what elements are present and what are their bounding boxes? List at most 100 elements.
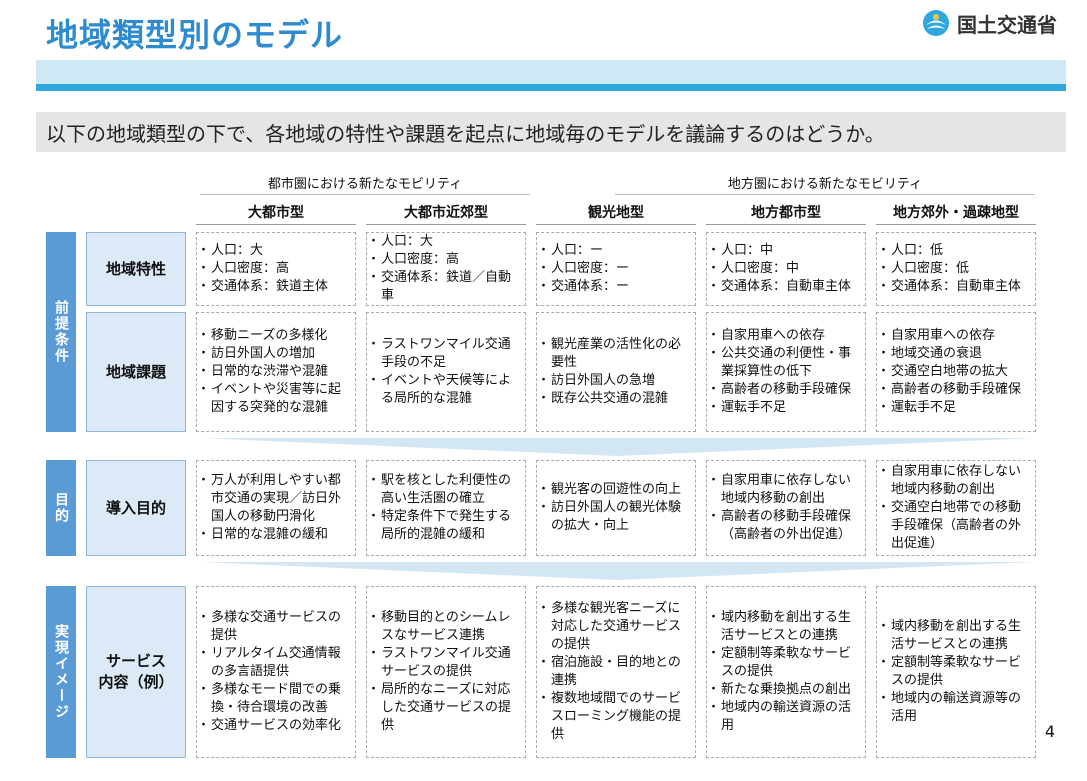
list-item: 移動ニーズの多様化: [197, 327, 351, 345]
column-header-tourist: 観光地型: [588, 205, 644, 221]
ministry-name: 国土交通省: [957, 12, 1057, 37]
list-item: 自家用車への依存: [707, 327, 861, 345]
list-item: 訪日外国人の観光体験の拡大・向上: [537, 499, 691, 535]
list-item: 観光産業の活性化の必要性: [537, 336, 691, 372]
list-item: 人口：大: [367, 233, 521, 251]
list-item: 多様な観光客ニーズに対応した交通サービスの提供: [537, 600, 691, 654]
row-label-service: サービス 内容（例）: [86, 586, 186, 758]
list-item: 特定条件下で発生する局所的混雑の緩和: [367, 508, 521, 544]
list-item: 交通体系：鉄道／自動車: [367, 269, 521, 305]
list-item: イベントや天候等による局所的な混雑: [367, 372, 521, 408]
column-header-metropolitan: 大都市型: [248, 205, 304, 221]
list-item: 既存公共交通の混雑: [537, 390, 691, 408]
row-label-issues: 地域課題: [86, 312, 186, 432]
cell-characteristics-tourist: 人口：ー人口密度：ー交通体系：ー: [536, 232, 696, 306]
cell-issues-tourist: 観光産業の活性化の必要性訪日外国人の急増既存公共交通の混雑: [536, 312, 696, 432]
list-item: 域内移動を創出する生活サービスとの連携: [877, 618, 1031, 654]
list-item: 訪日外国人の急増: [537, 372, 691, 390]
mlit-logo-icon: [923, 10, 949, 36]
list-item: 運転手不足: [707, 399, 861, 417]
section-label-purpose: 目的: [46, 460, 76, 556]
list-item: 新たな乗換拠点の創出: [707, 681, 861, 699]
row-label-purpose: 導入目的: [86, 460, 186, 556]
cell-purpose-tourist: 観光客の回遊性の向上訪日外国人の観光体験の拡大・向上: [536, 460, 696, 556]
list-item: 人口：中: [707, 242, 861, 260]
list-item: 交通空白地帯の拡大: [877, 363, 1031, 381]
list-item: 定額制等柔軟なサービスの提供: [707, 645, 861, 681]
row-label-service-text: サービス 内容（例）: [98, 652, 174, 691]
list-item: 人口密度：高: [367, 251, 521, 269]
flow-chevron: [200, 562, 1035, 580]
list-item: 交通体系：ー: [537, 278, 691, 296]
cell-service-regional-city: 域内移動を創出する生活サービスとの連携定額制等柔軟なサービスの提供新たな乗換拠点…: [706, 586, 866, 758]
list-item: 交通サービスの効率化: [197, 717, 351, 735]
flow-chevron: [200, 438, 1035, 456]
list-item: 自家用車に依存しない地域内移動の創出: [877, 463, 1031, 499]
list-item: 万人が利用しやすい都市交通の実現／訪日外国人の移動円滑化: [197, 472, 351, 526]
list-item: 交通空白地帯での移動手段確保（高齢者の外出促進）: [877, 499, 1031, 553]
column-line: [536, 224, 696, 225]
list-item: 交通体系：自動車主体: [877, 278, 1031, 296]
subtitle-box: 以下の地域類型の下で、各地域の特性や課題を起点に地域毎のモデルを議論するのはどう…: [36, 112, 1066, 152]
list-item: 観光客の回遊性の向上: [537, 481, 691, 499]
list-item: 自家用車への依存: [877, 327, 1031, 345]
cell-characteristics-metropolitan: 人口：大人口密度：高交通体系：鉄道主体: [196, 232, 356, 306]
cell-purpose-suburban: 駅を核とした利便性の高い生活圏の確立特定条件下で発生する局所的混雑の緩和: [366, 460, 526, 556]
row-label-characteristics: 地域特性: [86, 232, 186, 306]
list-item: イベントや災害等に起因する突発的な混雑: [197, 381, 351, 417]
list-item: 駅を核とした利便性の高い生活圏の確立: [367, 472, 521, 508]
list-item: 移動目的とのシームレスなサービス連携: [367, 609, 521, 645]
page-number: 4: [1044, 722, 1055, 741]
header-band-dark: [36, 84, 1066, 91]
list-item: 複数地域間でのサービスローミング機能の提供: [537, 690, 691, 744]
cell-issues-metropolitan: 移動ニーズの多様化訪日外国人の増加日常的な渋滞や混雑イベントや災害等に起因する突…: [196, 312, 356, 432]
list-item: 人口：ー: [537, 242, 691, 260]
group-header-rural: 地方圏における新たなモビリティ: [727, 177, 923, 192]
list-item: 多様な交通サービスの提供: [197, 609, 351, 645]
page-title: 地域類型別のモデル: [46, 16, 344, 54]
list-item: 人口：大: [197, 242, 351, 260]
column-header-suburban: 大都市近郊型: [404, 205, 488, 221]
ministry-logo: 国土交通省: [921, 8, 1057, 38]
list-item: 日常的な渋滞や混雑: [197, 363, 351, 381]
list-item: 地域内の輸送資源等の活用: [877, 690, 1031, 726]
list-item: 人口密度：中: [707, 260, 861, 278]
list-item: リアルタイム交通情報の多言語提供: [197, 645, 351, 681]
column-line: [366, 224, 526, 225]
section-label-premise: 前提条件: [46, 232, 76, 432]
column-line: [706, 224, 866, 225]
list-item: 地域内の輸送資源の活用: [707, 699, 861, 735]
list-item: 運転手不足: [877, 399, 1031, 417]
cell-characteristics-rural: 人口：低人口密度：低交通体系：自動車主体: [876, 232, 1036, 306]
cell-service-rural: 域内移動を創出する生活サービスとの連携定額制等柔軟なサービスの提供地域内の輸送資…: [876, 586, 1036, 758]
list-item: 公共交通の利便性・事業採算性の低下: [707, 345, 861, 381]
list-item: 人口密度：高: [197, 260, 351, 278]
column-header-rural-depopulated: 地方郊外・過疎地型: [893, 205, 1019, 221]
group-line-urban: [200, 194, 530, 195]
list-item: 域内移動を創出する生活サービスとの連携: [707, 609, 861, 645]
column-line: [196, 224, 356, 225]
group-line-rural: [615, 194, 1035, 195]
cell-service-metropolitan: 多様な交通サービスの提供リアルタイム交通情報の多言語提供多様なモード間での乗換・…: [196, 586, 356, 758]
list-item: 交通体系：自動車主体: [707, 278, 861, 296]
list-item: 多様なモード間での乗換・待合環境の改善: [197, 681, 351, 717]
cell-service-tourist: 多様な観光客ニーズに対応した交通サービスの提供宿泊施設・目的地との連携複数地域間…: [536, 586, 696, 758]
cell-purpose-metropolitan: 万人が利用しやすい都市交通の実現／訪日外国人の移動円滑化日常的な混雑の緩和: [196, 460, 356, 556]
cell-characteristics-suburban: 人口：大人口密度：高交通体系：鉄道／自動車: [366, 232, 526, 306]
column-line: [876, 224, 1036, 225]
list-item: ラストワンマイル交通手段の不足: [367, 336, 521, 372]
section-label-image: 実現イメージ: [46, 586, 76, 758]
list-item: 宿泊施設・目的地との連携: [537, 654, 691, 690]
list-item: ラストワンマイル交通サービスの提供: [367, 645, 521, 681]
list-item: 局所的なニーズに対応した交通サービスの提供: [367, 681, 521, 735]
cell-issues-rural: 自家用車への依存地域交通の衰退交通空白地帯の拡大高齢者の移動手段確保運転手不足: [876, 312, 1036, 432]
list-item: 自家用車に依存しない地域内移動の創出: [707, 472, 861, 508]
list-item: 訪日外国人の増加: [197, 345, 351, 363]
list-item: 人口：低: [877, 242, 1031, 260]
cell-issues-suburban: ラストワンマイル交通手段の不足イベントや天候等による局所的な混雑: [366, 312, 526, 432]
list-item: 交通体系：鉄道主体: [197, 278, 351, 296]
list-item: 地域交通の衰退: [877, 345, 1031, 363]
cell-characteristics-regional-city: 人口：中人口密度：中交通体系：自動車主体: [706, 232, 866, 306]
list-item: 高齢者の移動手段確保（高齢者の外出促進）: [707, 508, 861, 544]
subtitle-text: 以下の地域類型の下で、各地域の特性や課題を起点に地域毎のモデルを議論するのはどう…: [46, 122, 885, 146]
